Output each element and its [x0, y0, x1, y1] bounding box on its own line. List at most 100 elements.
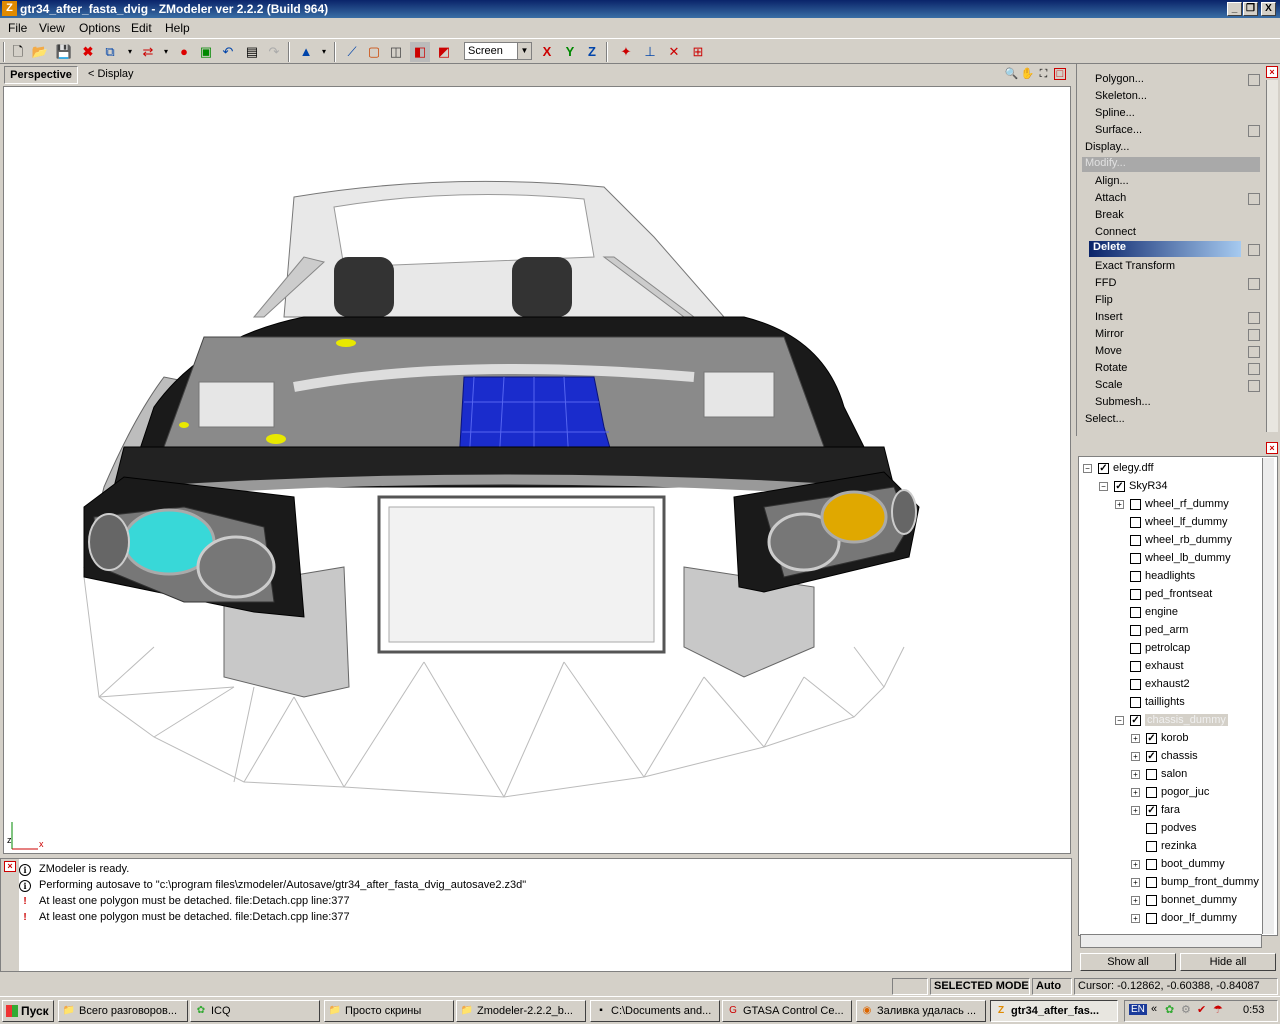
taskbar-task[interactable]: 📁 Zmodeler-2.2.2_b... [456, 1000, 586, 1022]
visibility-checkbox[interactable] [1146, 877, 1157, 888]
icq-tray-icon[interactable]: ✿ [1165, 1003, 1174, 1016]
minimize-button[interactable]: _ [1227, 2, 1242, 16]
import-icon[interactable]: ⧉ [100, 42, 120, 62]
expand-icon[interactable]: + [1131, 734, 1140, 743]
menu-help[interactable]: Help [165, 21, 190, 35]
expand-icon[interactable]: + [1131, 860, 1140, 869]
tree-row[interactable]: − ✓ elegy.dff [1079, 460, 1259, 478]
collapse-icon[interactable]: − [1099, 482, 1108, 491]
visibility-checkbox[interactable]: ✓ [1146, 751, 1157, 762]
tree-panel-close-icon[interactable]: × [1266, 442, 1278, 454]
tree-row[interactable]: taillights [1079, 694, 1259, 712]
command-surface[interactable]: Surface... [1095, 124, 1142, 136]
surface-mode-icon[interactable]: ◧ [410, 42, 430, 62]
tree-row[interactable]: + bonnet_dummy [1079, 892, 1259, 910]
dropdown-icon[interactable]: ▾ [120, 42, 140, 62]
visibility-checkbox[interactable] [1130, 517, 1141, 528]
visibility-checkbox[interactable] [1130, 553, 1141, 564]
zmodeler-app-icon[interactable]: Z [2, 1, 17, 16]
tree-row[interactable]: + ✓ chassis [1079, 748, 1259, 766]
visibility-checkbox[interactable] [1130, 607, 1141, 618]
visibility-checkbox[interactable] [1130, 697, 1141, 708]
tree-row[interactable]: exhaust2 [1079, 676, 1259, 694]
undo-icon[interactable]: ↶ [218, 42, 238, 62]
tree-row[interactable]: ped_frontseat [1079, 586, 1259, 604]
visibility-checkbox[interactable]: ✓ [1146, 733, 1157, 744]
axis-z-toggle[interactable]: Z [582, 42, 602, 62]
show-all-button[interactable]: Show all [1080, 953, 1176, 971]
new-icon[interactable]: 🗋 [8, 42, 28, 62]
command-rotate[interactable]: Rotate [1095, 362, 1127, 374]
axis-gizmo-icon[interactable]: ⊥ [640, 42, 660, 62]
image-icon[interactable]: ▣ [196, 42, 216, 62]
command-options-box[interactable] [1248, 329, 1260, 341]
restore-button[interactable]: ❐ [1243, 2, 1258, 16]
taskbar-task[interactable]: ◉ Заливка удалась ... [856, 1000, 986, 1022]
tree-row[interactable]: + ✓ korob [1079, 730, 1259, 748]
command-options-box[interactable] [1248, 193, 1260, 205]
object-mode-icon[interactable]: ◫ [386, 42, 406, 62]
tree-row[interactable]: headlights [1079, 568, 1259, 586]
command-options-box[interactable] [1248, 380, 1260, 392]
command-panel-close-icon[interactable]: × [1266, 66, 1278, 78]
command-display[interactable]: Display... [1085, 141, 1129, 153]
command-polygon[interactable]: Polygon... [1095, 73, 1144, 85]
visibility-checkbox[interactable] [1130, 499, 1141, 510]
tree-row[interactable]: exhaust [1079, 658, 1259, 676]
command-options-box[interactable] [1248, 244, 1260, 256]
visibility-checkbox[interactable] [1146, 895, 1157, 906]
tree-row[interactable]: + salon [1079, 766, 1259, 784]
command-select[interactable]: Select... [1085, 413, 1125, 425]
menu-view[interactable]: View [39, 21, 65, 35]
command-mirror[interactable]: Mirror [1095, 328, 1124, 340]
command-exact-transform[interactable]: Exact Transform [1095, 260, 1175, 272]
taskbar-task[interactable]: Zgtr34_after_fas... [990, 1000, 1118, 1022]
cross-axis-icon[interactable]: ✕ [664, 42, 684, 62]
visibility-checkbox[interactable] [1146, 913, 1157, 924]
viewport-close-icon[interactable]: □ [1054, 68, 1066, 80]
pan-hand-icon[interactable]: ✋ [1020, 67, 1035, 82]
tree-row[interactable]: + boot_dummy [1079, 856, 1259, 874]
command-flip[interactable]: Flip [1095, 294, 1113, 306]
select-icon[interactable]: ▲ [296, 42, 316, 62]
visibility-checkbox[interactable] [1146, 823, 1157, 834]
taskbar-task[interactable]: ▪ C:\Documents and... [590, 1000, 720, 1022]
tree-row[interactable]: wheel_lf_dummy [1079, 514, 1259, 532]
collapse-icon[interactable]: − [1083, 464, 1092, 473]
visibility-checkbox[interactable] [1146, 841, 1157, 852]
expand-icon[interactable]: + [1131, 914, 1140, 923]
command-submesh[interactable]: Submesh... [1095, 396, 1151, 408]
tree-row[interactable]: + door_lf_dummy [1079, 910, 1259, 928]
zoom-icon[interactable]: 🔍 [1004, 67, 1019, 82]
antivirus-tray-icon[interactable]: ✔ [1197, 1003, 1206, 1016]
cube-icon[interactable]: ◩ [434, 42, 454, 62]
collapse-icon[interactable]: − [1115, 716, 1124, 725]
menu-options[interactable]: Options [79, 21, 120, 35]
viewport-display-menu[interactable]: < Display [88, 68, 134, 80]
command-ffd[interactable]: FFD [1095, 277, 1116, 289]
visibility-checkbox[interactable] [1130, 661, 1141, 672]
taskbar-task[interactable]: ✿ ICQ [190, 1000, 320, 1022]
taskbar-task[interactable]: 📁 Всего разговоров... [58, 1000, 188, 1022]
visibility-checkbox[interactable]: ✓ [1130, 715, 1141, 726]
expand-icon[interactable]: + [1131, 806, 1140, 815]
expand-icon[interactable]: + [1131, 770, 1140, 779]
vertex-mode-icon[interactable]: ⟋ [342, 42, 362, 62]
visibility-checkbox[interactable]: ✓ [1146, 805, 1157, 816]
start-button[interactable]: Пуск [2, 1000, 54, 1022]
visibility-checkbox[interactable]: ✓ [1114, 481, 1125, 492]
command-attach[interactable]: Attach [1095, 192, 1126, 204]
command-options-box[interactable] [1248, 346, 1260, 358]
tree-row[interactable]: engine [1079, 604, 1259, 622]
command-options-box[interactable] [1248, 74, 1260, 86]
tree-row[interactable]: wheel_lb_dummy [1079, 550, 1259, 568]
tree-row[interactable]: − ✓ chassis_dummy [1079, 712, 1259, 730]
delete-icon[interactable]: ✖ [78, 42, 98, 62]
tree-row[interactable]: rezinka [1079, 838, 1259, 856]
close-button[interactable]: X [1261, 2, 1276, 16]
save-icon[interactable]: 💾 [54, 42, 74, 62]
log-close-icon[interactable]: × [4, 861, 16, 872]
visibility-checkbox[interactable] [1146, 769, 1157, 780]
polygon-mode-icon[interactable]: ▢ [364, 42, 384, 62]
visibility-checkbox[interactable] [1130, 643, 1141, 654]
